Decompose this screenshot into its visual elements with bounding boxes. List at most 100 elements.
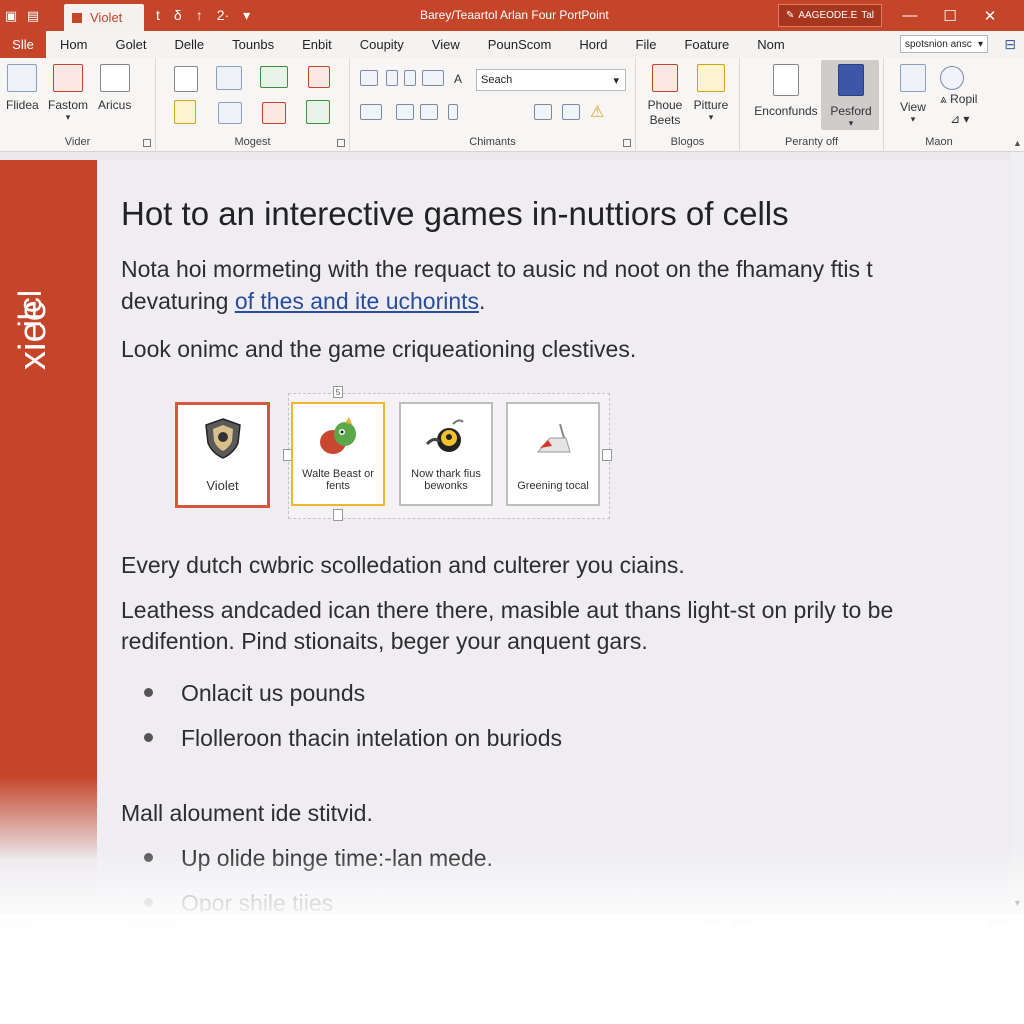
list-icon[interactable]	[422, 70, 444, 86]
person-icon[interactable]	[218, 102, 242, 124]
game-card-now-thark[interactable]: Now thark fius bewonks	[399, 402, 493, 506]
chevron-down-icon: ▾	[613, 74, 619, 87]
indent-icon[interactable]	[420, 104, 438, 120]
paragraph-1-line-1[interactable]: Nota hoi mormeting with the requact to a…	[121, 254, 873, 285]
aricus-button[interactable]: Aricus	[98, 64, 131, 112]
justify-icon[interactable]	[534, 104, 552, 120]
menu-file[interactable]: Slle	[0, 31, 46, 58]
view-label: View	[900, 100, 926, 114]
view-button[interactable]: View ▾	[896, 64, 930, 125]
game-card-violet[interactable]: Violet	[175, 402, 270, 508]
paragraph-1-prefix: devaturing	[121, 288, 235, 314]
document-tab-icon	[72, 12, 82, 23]
search-icon[interactable]	[940, 66, 964, 90]
save-icon[interactable]: ▤	[22, 0, 44, 31]
paragraph-4-line-2[interactable]: redifention. Pind stionaits, beger your …	[121, 626, 648, 657]
table-icon[interactable]	[216, 66, 242, 90]
quick-access-tool[interactable]: 2·	[217, 7, 229, 24]
paragraph-1-line-2[interactable]: devaturing of thes and ite uchorints.	[121, 286, 485, 317]
slide-title[interactable]: Hot to an interective games in-nuttiors …	[121, 195, 789, 233]
fastom-button[interactable]: Fastom ▾	[48, 64, 88, 123]
clipboard-icon[interactable]	[174, 100, 196, 124]
enconfunds-button[interactable]: Enconfunds	[750, 64, 822, 118]
zoom-icon[interactable]	[360, 70, 378, 86]
menu-item[interactable]: Enbit	[288, 31, 346, 58]
replace-icon[interactable]	[404, 70, 416, 86]
menu-item[interactable]: Golet	[101, 31, 160, 58]
quick-access-tool[interactable]: ▾	[243, 7, 250, 24]
normal-view-icon[interactable]	[706, 921, 720, 933]
app-icon[interactable]: ▣	[0, 0, 22, 31]
quick-access-tool[interactable]: ↑	[196, 7, 203, 24]
enconfunds-label: Enconfunds	[754, 104, 818, 118]
paragraph-4-line-1[interactable]: Leathess andcaded ican there there, masi…	[121, 595, 893, 626]
list-item[interactable]: Flolleroon thacin intelation on buriods	[181, 725, 562, 752]
status-notes[interactable]: Wlliamins	[130, 921, 177, 933]
document-tab[interactable]: Violet	[64, 4, 144, 31]
dialog-launcher-icon[interactable]	[143, 139, 151, 147]
scroll-up-icon[interactable]: ▲	[1013, 138, 1022, 148]
menu-item[interactable]: Tounbs	[218, 31, 288, 58]
dialog-launcher-icon[interactable]	[623, 139, 631, 147]
ribbon-display-icon[interactable]: ⊟	[1004, 36, 1016, 53]
quick-access-tool[interactable]: δ	[174, 7, 182, 24]
picture-button[interactable]: Pitture ▾	[688, 64, 734, 123]
sorter-view-icon[interactable]	[734, 921, 748, 933]
close-button[interactable]: ✕	[968, 0, 1012, 31]
resize-handle-bottom[interactable]	[333, 509, 343, 521]
home-icon[interactable]	[262, 102, 286, 124]
ropil-icon: ⩓	[940, 92, 951, 106]
flidea-button[interactable]: Flidea	[6, 64, 39, 112]
zoom-slider[interactable]	[760, 927, 970, 928]
ropil-button[interactable]: ⩓ Ropil	[940, 92, 977, 107]
list-item[interactable]: Onlacit us pounds	[181, 680, 365, 707]
list-item[interactable]: Up olide binge time:-lan mede.	[181, 845, 493, 872]
paragraph-icon[interactable]	[396, 104, 414, 120]
game-card-walte-beast[interactable]: Walte Beast or fents	[291, 402, 385, 506]
dialog-launcher-icon[interactable]	[337, 139, 345, 147]
warning-icon[interactable]: ⚠	[590, 102, 604, 122]
paragraph-3[interactable]: Every dutch cwbric scolledation and cult…	[121, 550, 685, 581]
paragraph-5[interactable]: Mall aloument ide stitvid.	[121, 798, 373, 829]
align-icon[interactable]	[360, 104, 382, 120]
shapes-icon[interactable]	[308, 66, 330, 88]
photo-beets-button[interactable]: Phoue Beets	[642, 64, 688, 128]
bullet-icon	[144, 853, 153, 862]
scroll-down-icon[interactable]: ▼	[1013, 898, 1022, 908]
spacing-icon[interactable]	[448, 104, 458, 120]
paragraph-2[interactable]: Look onimc and the game criqueationing c…	[121, 334, 636, 365]
account-button[interactable]: ✎ AAGEODE.E Tal	[778, 4, 882, 27]
vertical-scrollbar[interactable]: ▲ ▼	[1011, 138, 1024, 912]
chart-icon[interactable]	[260, 66, 288, 88]
menu-item[interactable]: File	[622, 31, 671, 58]
resize-handle-right[interactable]	[602, 449, 612, 461]
resize-handle-top[interactable]: 5	[333, 386, 343, 398]
fill-icon[interactable]: ⊿ ▾	[950, 112, 969, 126]
menu-item[interactable]: PounScom	[474, 31, 566, 58]
highlight-icon[interactable]	[562, 104, 580, 120]
minimize-button[interactable]: —	[888, 0, 932, 31]
menu-item[interactable]: Delle	[161, 31, 219, 58]
window-title: Barey/Teaartol Arlan Four PortPoint	[420, 8, 609, 22]
menu-item[interactable]: Foature	[670, 31, 743, 58]
new-document-icon[interactable]	[174, 66, 198, 92]
paragraph-1-link[interactable]: of thes and ite uchorints	[235, 288, 479, 314]
menu-search-dropdown[interactable]: spotsnion ansc ▾	[900, 35, 988, 53]
pesford-content[interactable]: Pesford ▾	[826, 64, 876, 129]
menu-item[interactable]: View	[418, 31, 474, 58]
ribbon-search-input[interactable]: Seach ▾	[476, 69, 626, 91]
menu-item[interactable]: Nom	[743, 31, 798, 58]
game-card-greening-tocal[interactable]: Greening tocal	[506, 402, 600, 506]
bullet-icon	[144, 733, 153, 742]
edit-icon[interactable]	[306, 100, 330, 124]
menu-item[interactable]: Coupity	[346, 31, 418, 58]
font-icon[interactable]: A	[454, 72, 462, 86]
fit-slide-icon[interactable]	[990, 921, 1004, 933]
menu-item[interactable]: Hord	[565, 31, 621, 58]
find-icon[interactable]	[386, 70, 398, 86]
quick-access-tool[interactable]: t	[156, 7, 160, 24]
sidebar-title: xiee	[12, 300, 54, 370]
game-card-label: Now thark fius bewonks	[411, 468, 481, 492]
maximize-button[interactable]: ☐	[928, 0, 972, 31]
menu-item[interactable]: Hom	[46, 31, 101, 58]
